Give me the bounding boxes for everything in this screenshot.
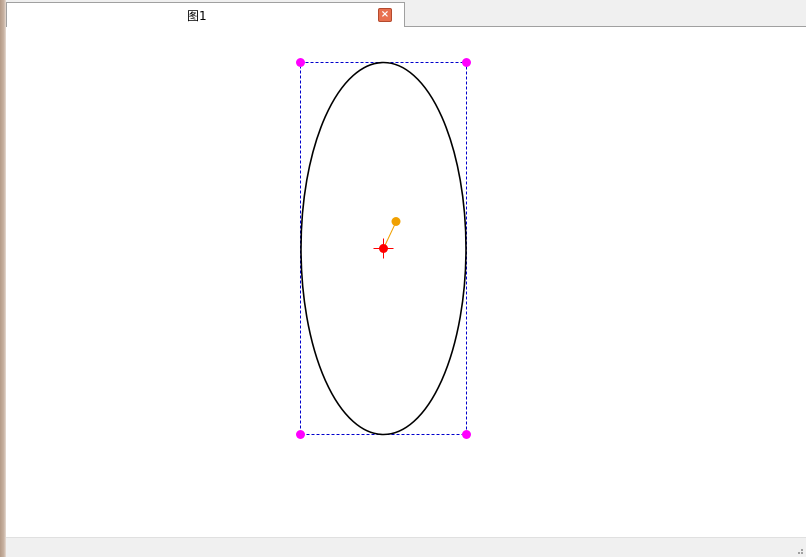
close-icon[interactable]: ×: [378, 8, 392, 22]
drawing-svg: [296, 58, 471, 439]
corner-handle-top-left[interactable]: [296, 58, 305, 67]
tab-figure-1[interactable]: 图1 ×: [6, 2, 405, 27]
rotation-handle[interactable]: [391, 217, 401, 226]
status-bar: [6, 537, 806, 557]
resize-grip-icon[interactable]: [794, 545, 804, 555]
corner-handle-top-right[interactable]: [462, 58, 471, 67]
drawing-canvas[interactable]: [6, 27, 806, 537]
document-window: 图1 ×: [0, 0, 806, 557]
center-marker[interactable]: [379, 244, 388, 253]
tab-label: 图1: [187, 9, 207, 23]
corner-handle-bottom-left[interactable]: [296, 430, 305, 439]
tab-bar: 图1 ×: [6, 0, 806, 27]
corner-handle-bottom-right[interactable]: [462, 430, 471, 439]
